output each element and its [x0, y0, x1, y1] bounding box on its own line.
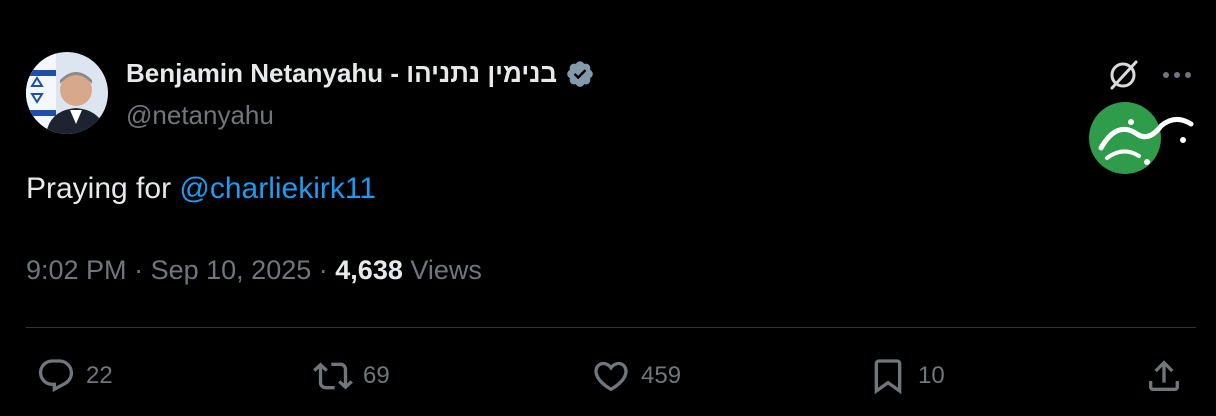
share-button[interactable] [1144, 356, 1184, 396]
tweet-time[interactable]: 9:02 PM [26, 255, 127, 285]
tweet-text: Praying for @charliekirk11 [26, 172, 376, 206]
avatar[interactable] [26, 52, 108, 134]
like-count: 459 [641, 362, 682, 389]
tweet-meta: 9:02 PM · Sep 10, 2025 · 4,638 Views [26, 255, 482, 286]
reply-icon [38, 359, 74, 393]
reply-button[interactable]: 22 [36, 356, 113, 396]
bookmark-count: 10 [918, 362, 945, 389]
bookmark-button[interactable]: 10 [868, 356, 945, 396]
views-label: Views [410, 255, 482, 285]
repost-icon [313, 362, 353, 390]
like-button[interactable]: 459 [591, 356, 681, 396]
repost-button[interactable]: 69 [313, 356, 390, 396]
tweet-date[interactable]: Sep 10, 2025 [151, 255, 312, 285]
more-icon[interactable] [1160, 62, 1194, 88]
meta-separator: · [134, 255, 144, 285]
tweet-text-prefix: Praying for [26, 172, 180, 205]
author-name-row[interactable]: Benjamin Netanyahu - בנימין נתניהו [126, 58, 595, 89]
watermark-logo [1087, 100, 1203, 178]
verified-badge-icon[interactable] [565, 59, 595, 89]
bookmark-icon [874, 359, 902, 395]
author-handle[interactable]: @netanyahu [126, 100, 274, 131]
like-icon [594, 361, 628, 392]
views-count: 4,638 [335, 255, 403, 285]
meta-separator: · [318, 255, 328, 285]
share-icon [1149, 360, 1179, 391]
mention-link[interactable]: @charliekirk11 [179, 172, 376, 205]
repost-count: 69 [363, 362, 390, 389]
grok-icon[interactable] [1106, 58, 1140, 92]
divider [26, 327, 1196, 328]
author-name[interactable]: Benjamin Netanyahu - בנימין נתניהו [126, 58, 557, 89]
reply-count: 22 [86, 362, 113, 389]
